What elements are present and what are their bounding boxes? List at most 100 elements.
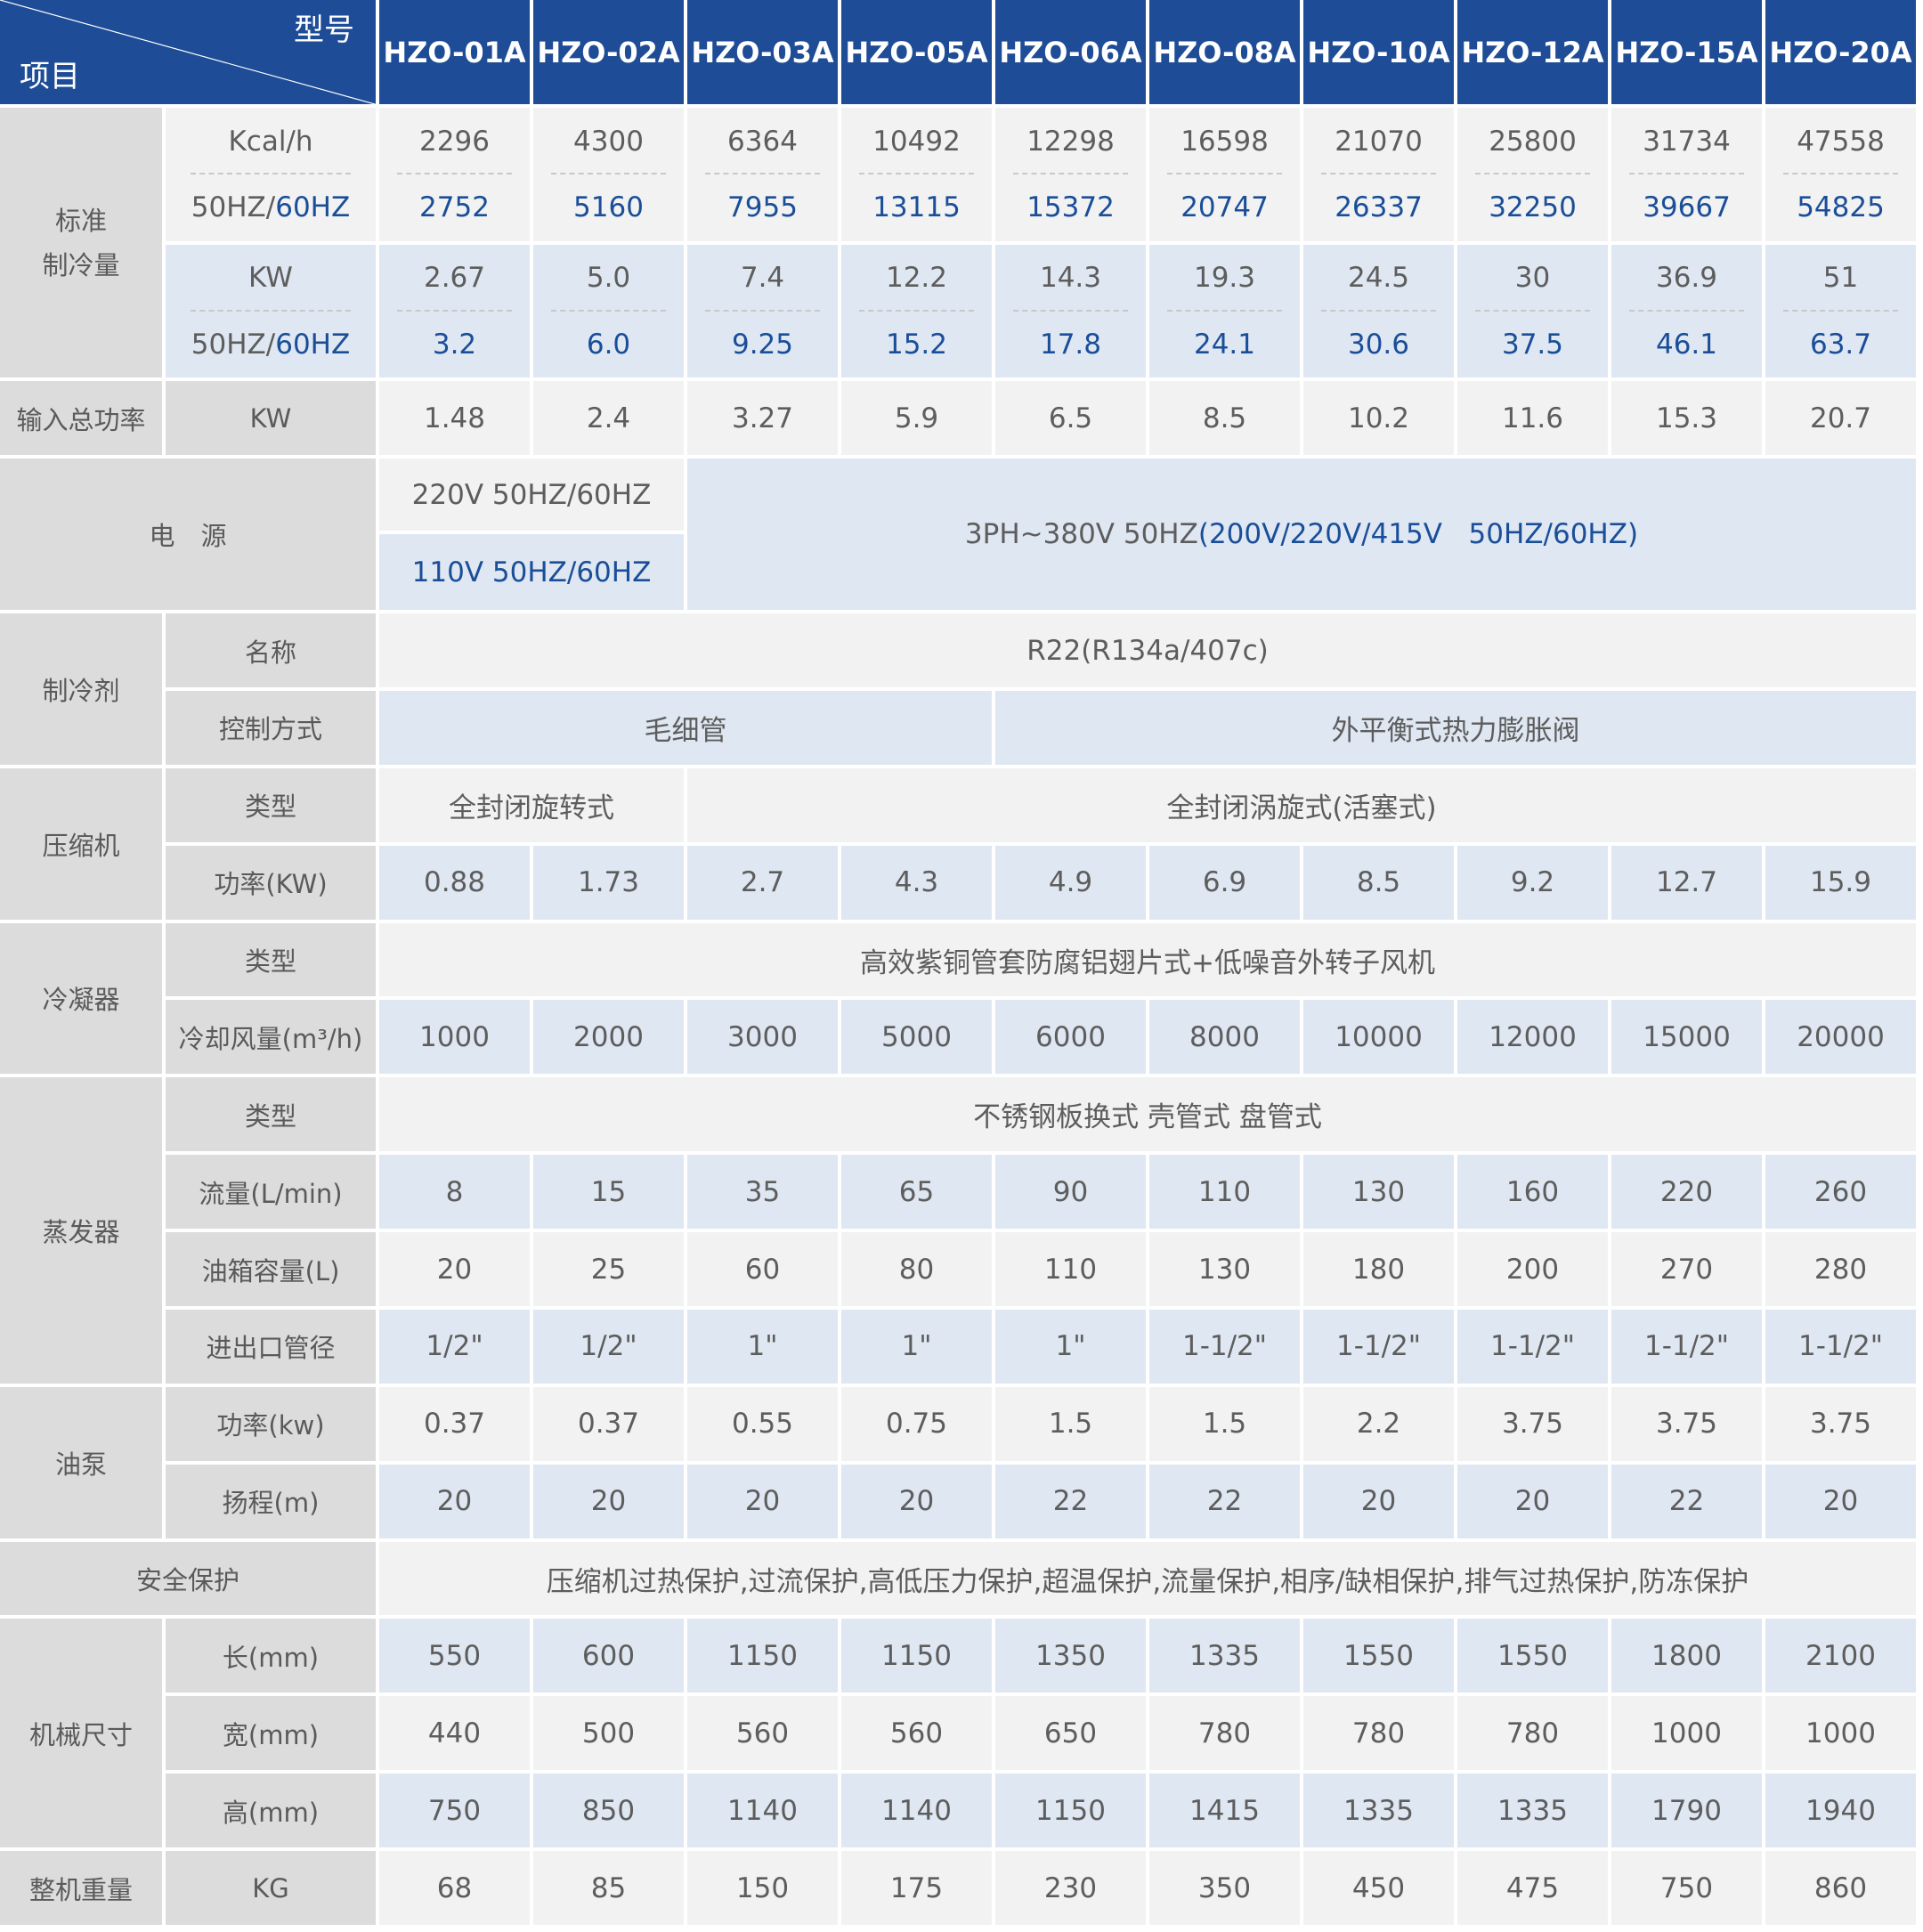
value-cell: 550	[379, 1619, 530, 1693]
table-row: 标准 制冷量 Kcal/h 50HZ/60HZ 2296 2752 4300 5160 636…	[0, 108, 1916, 378]
value-cell: 280	[1765, 1232, 1916, 1306]
value-cell: 1150	[687, 1619, 838, 1693]
value-50hz: 2.67	[379, 245, 530, 312]
value-cell: 780	[1303, 1696, 1454, 1771]
value-60hz: 24.1	[1193, 328, 1256, 361]
value-50hz: 30	[1457, 245, 1608, 312]
value-cell: 20.7	[1765, 381, 1916, 456]
value-50hz: 12298	[995, 108, 1146, 175]
value-cell: 1940	[1765, 1774, 1916, 1848]
table-row: 冷凝器 类型 高效紫铜管套防腐铝翅片式+低噪音外转子风机	[0, 922, 1916, 1075]
value-cell: 350	[1149, 1851, 1300, 1925]
table-row: 宽(mm) 440 500 560 560 650 780 780 780 1000 1000	[0, 1696, 1916, 1771]
value-cell: 650	[995, 1696, 1146, 1771]
row-label: KW	[166, 381, 376, 456]
value-cell: 1000	[1611, 1696, 1762, 1771]
value-cell: 2.2	[1303, 1386, 1454, 1461]
value-cell: 4300 5160	[533, 108, 684, 241]
value-cell: 220	[1611, 1155, 1762, 1230]
value-cell: 4.9	[995, 845, 1146, 920]
value-cell: 500	[533, 1696, 684, 1771]
hz-50-label: 50HZ/	[191, 328, 276, 361]
value-50hz: 25800	[1457, 108, 1608, 175]
value-cell: 7.4 9.25	[687, 244, 838, 378]
value-cell: 560	[687, 1696, 838, 1771]
value-cell: 15000	[1611, 1000, 1762, 1075]
power-small-models: 220V 50HZ/60HZ 110V 50HZ/60HZ	[379, 459, 684, 611]
value-cell: 1"	[995, 1309, 1146, 1384]
value-cell: 1000	[1765, 1696, 1916, 1771]
model-header: HZO-10A	[1303, 0, 1454, 105]
value-50hz: 16598	[1149, 108, 1300, 175]
value-cell: 1415	[1149, 1774, 1300, 1848]
unit-label: Kcal/h 50HZ/60HZ	[166, 108, 376, 241]
value-cell: 12.2 15.2	[841, 244, 992, 378]
value-cell: 2.7	[687, 845, 838, 920]
model-header: HZO-08A	[1149, 0, 1300, 105]
value-cell: 20	[1303, 1464, 1454, 1538]
row-label: 功率(kw)	[166, 1386, 376, 1461]
category-refrigerant: 制冷剂	[0, 613, 162, 765]
value-60hz: 2752	[419, 191, 490, 224]
value-60hz: 9.25	[731, 328, 794, 361]
hz-50-label: 50HZ/	[191, 191, 276, 224]
value-cell: 780	[1457, 1696, 1608, 1771]
row-label: 高(mm)	[166, 1774, 376, 1848]
value-60hz: 54825	[1797, 191, 1885, 224]
value-cell: 85	[533, 1851, 684, 1925]
hz-60-label: 60HZ	[275, 328, 351, 361]
power-large-models: 3PH~380V 50HZ(200V/220V/415V 50HZ/60HZ)	[687, 459, 1916, 611]
row-label: 类型	[166, 767, 376, 842]
value-cell: 5.0 6.0	[533, 244, 684, 378]
value-cell: 3000	[687, 1000, 838, 1075]
value-cell: 12000	[1457, 1000, 1608, 1075]
value-cell: 1.73	[533, 845, 684, 920]
value-cell: 0.37	[379, 1386, 530, 1461]
unit-label: KW 50HZ/60HZ	[166, 244, 376, 378]
value-cell: 20	[379, 1232, 530, 1306]
value-60hz: 5160	[573, 191, 644, 224]
value-cell: 1335	[1457, 1774, 1608, 1848]
power-380v: 3PH~380V 50HZ	[964, 518, 1198, 551]
value-cell: 750	[1611, 1851, 1762, 1925]
value-60hz: 7955	[727, 191, 798, 224]
table-row: 冷却风量(m³/h) 1000 2000 3000 5000 6000 8000 10000 1…	[0, 1000, 1916, 1075]
value-cell: 850	[533, 1774, 684, 1848]
value-cell: 15.3	[1611, 381, 1762, 456]
value-cell: 3.75	[1765, 1386, 1916, 1461]
value-50hz: 12.2	[841, 245, 992, 312]
value-50hz: 31734	[1611, 108, 1762, 175]
value-cell: 20000	[1765, 1000, 1916, 1075]
value-cell: 1140	[687, 1774, 838, 1848]
table-row: 扬程(m) 20 20 20 20 22 22 20 20 22 20	[0, 1464, 1916, 1538]
table-row: 油泵 功率(kw) 0.37 0.37 0.55 0.75 1.5 1.5 2.2 3.75 3.7…	[0, 1386, 1916, 1538]
value-cell: 4.3	[841, 845, 992, 920]
table-row: 压缩机 类型 全封闭旋转式 全封闭涡旋式(活塞式)	[0, 767, 1916, 920]
value-cell: 750	[379, 1774, 530, 1848]
value-cell: 1/2"	[379, 1309, 530, 1384]
row-label: 进出口管径	[166, 1309, 376, 1384]
table-row: 安全保护 压缩机过热保护,过流保护,高低压力保护,超温保护,流量保护,相序/缺相保…	[0, 1541, 1916, 1616]
table-row: 功率(KW) 0.88 1.73 2.7 4.3 4.9 6.9 8.5 9.2 12.7 15.9	[0, 845, 1916, 920]
safety-features: 压缩机过热保护,过流保护,高低压力保护,超温保护,流量保护,相序/缺相保护,排气…	[379, 1541, 1916, 1616]
value-50hz: 7.4	[687, 245, 838, 312]
model-header: HZO-03A	[687, 0, 838, 105]
table-row: 油箱容量(L) 20 25 60 80 110 130 180 200 270 280	[0, 1232, 1916, 1306]
value-cell: 1-1/2"	[1149, 1309, 1300, 1384]
value-cell: 9.2	[1457, 845, 1608, 920]
compressor-type-rotary: 全封闭旋转式	[379, 767, 684, 842]
power-alt-voltages: (200V/220V/415V 50HZ/60HZ)	[1197, 518, 1639, 551]
table-row: 控制方式 毛细管 外平衡式热力膨胀阀	[0, 690, 1916, 765]
value-60hz: 15.2	[885, 328, 948, 361]
table-row: 蒸发器 类型 不锈钢板换式 壳管式 盘管式	[0, 1077, 1916, 1384]
value-cell: 12.7	[1611, 845, 1762, 920]
row-label: 名称	[166, 613, 376, 687]
value-cell: 1.5	[1149, 1386, 1300, 1461]
table-row: 输入总功率 KW 1.48 2.4 3.27 5.9 6.5 8.5 10.2 11.6 15.3 2…	[0, 381, 1916, 456]
value-50hz: 51	[1765, 245, 1916, 312]
value-cell: 6.5	[995, 381, 1146, 456]
value-60hz: 37.5	[1501, 328, 1564, 361]
category-dimensions: 机械尺寸	[0, 1619, 162, 1848]
value-60hz: 32250	[1489, 191, 1577, 224]
row-label: 控制方式	[166, 690, 376, 765]
